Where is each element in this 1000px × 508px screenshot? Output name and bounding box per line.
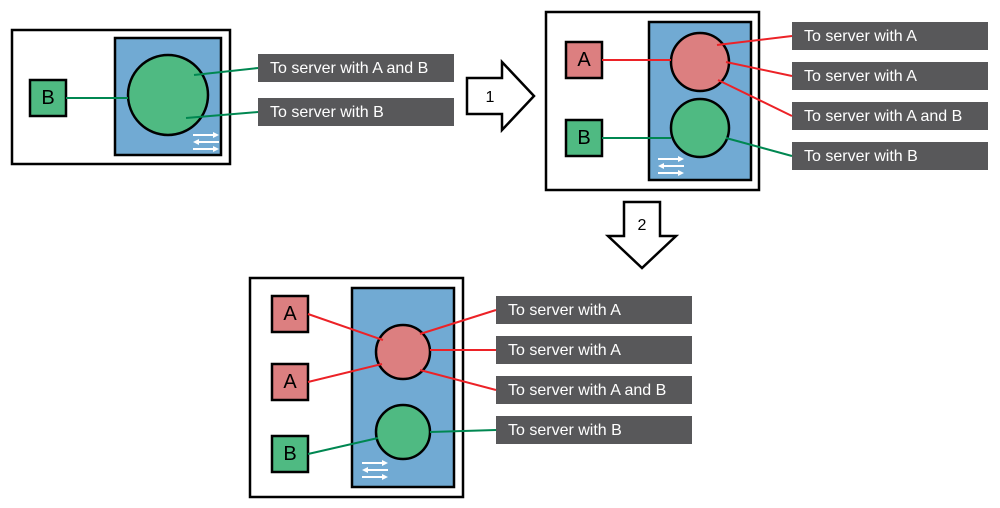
arrow-step-2-label: 2: [638, 217, 647, 234]
panel3-label-1-text: To server with A: [508, 342, 621, 359]
panel2-label-2-text: To server with A and B: [804, 108, 962, 125]
panel2-app-b-label: B: [577, 127, 590, 149]
panel1-proxy-circle-green: [128, 55, 208, 135]
panel1-app-b-label: B: [41, 87, 54, 109]
panel3-label-2-text: To server with A and B: [508, 382, 666, 399]
network-icon: [658, 156, 684, 176]
panel2-label-0-text: To server with A: [804, 28, 917, 45]
panel3-label-0-text: To server with A: [508, 302, 621, 319]
panel2-label-3-text: To server with B: [804, 148, 918, 165]
arrow-step-1: 1: [467, 62, 534, 130]
panel1-label-1-text: To server with B: [270, 104, 384, 121]
panel3-app-a2-label: A: [283, 371, 297, 393]
panel-2: A B To server with A To server with A To…: [546, 12, 988, 190]
network-icon: [362, 460, 388, 480]
panel2-circle-red: [671, 33, 729, 91]
arrow-step-1-label: 1: [486, 89, 495, 106]
network-icon: [193, 132, 219, 152]
panel2-app-a-label: A: [577, 49, 591, 71]
panel3-app-b-label: B: [283, 443, 296, 465]
panel3-circle-green: [376, 405, 430, 459]
panel2-label-1-text: To server with A: [804, 68, 917, 85]
panel-3: A A B To server with A To server with A …: [250, 278, 692, 497]
panel3-label-3-text: To server with B: [508, 422, 622, 439]
arrow-step-2: 2: [608, 202, 676, 268]
panel3-app-a1-label: A: [283, 303, 297, 325]
panel1-label-0-text: To server with A and B: [270, 60, 428, 77]
panel2-circle-green: [671, 99, 729, 157]
panel-1: B To server with A and B To server with …: [12, 30, 454, 164]
